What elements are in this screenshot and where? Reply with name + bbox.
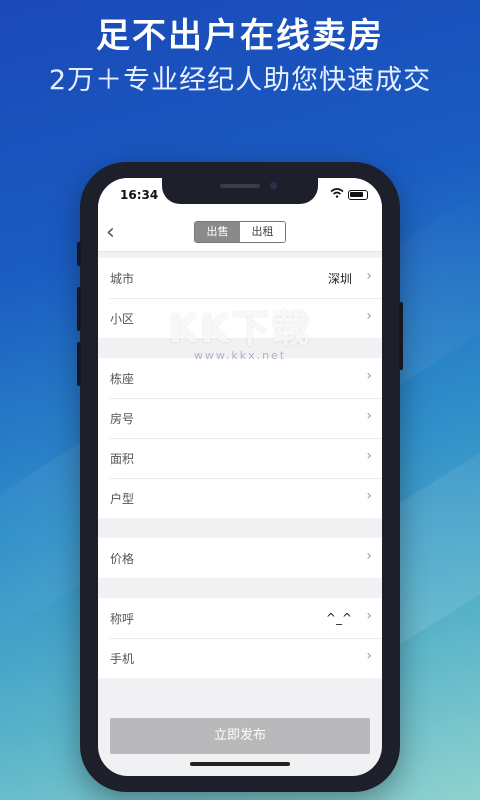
form-row-room-number[interactable]: 房号 › <box>98 398 382 438</box>
chevron-right-icon: › <box>366 448 372 464</box>
row-value: 深圳 <box>327 271 352 286</box>
form-row-building[interactable]: 栋座 › <box>98 358 382 398</box>
form-row-city[interactable]: 城市 深圳 › <box>98 258 382 298</box>
volume-up-button <box>77 287 81 331</box>
row-label: 房号 <box>110 411 135 426</box>
status-icons <box>330 188 368 201</box>
form-group-contact: 称呼 ^_^ › 手机 › <box>98 598 382 678</box>
chevron-right-icon: › <box>366 268 372 284</box>
row-value: ^_^ <box>325 611 352 625</box>
back-chevron-icon[interactable]: ‹ <box>106 220 115 245</box>
chevron-right-icon: › <box>366 608 372 624</box>
chevron-right-icon: › <box>366 648 372 664</box>
row-label: 面积 <box>110 451 135 466</box>
publish-button[interactable]: 立即发布 <box>110 718 370 754</box>
volume-down-button <box>77 342 81 386</box>
form-row-name[interactable]: 称呼 ^_^ › <box>98 598 382 638</box>
chevron-right-icon: › <box>366 368 372 384</box>
camera <box>270 182 277 189</box>
form-row-price[interactable]: 价格 › <box>98 538 382 578</box>
row-label: 手机 <box>110 651 135 666</box>
phone-frame: 16:34 ‹ 出售 出租 城市 深圳 › 小区 › 栋座 › 房号 › 面积 … <box>77 162 403 792</box>
promo-headline: 足不出户在线卖房 <box>96 16 384 56</box>
row-label: 称呼 <box>110 611 135 626</box>
nav-bar: ‹ 出售 出租 <box>98 214 382 252</box>
tab-rent[interactable]: 出租 <box>240 222 285 242</box>
row-label: 户型 <box>110 491 135 506</box>
form-row-community[interactable]: 小区 › <box>98 298 382 338</box>
home-indicator <box>190 762 290 766</box>
mute-switch <box>77 242 81 266</box>
row-label: 小区 <box>110 311 135 326</box>
speaker <box>220 184 260 188</box>
wifi-icon <box>330 188 344 201</box>
chevron-right-icon: › <box>366 548 372 564</box>
row-label: 栋座 <box>110 371 135 386</box>
chevron-right-icon: › <box>366 488 372 504</box>
row-label: 价格 <box>110 551 135 566</box>
notch <box>162 178 318 204</box>
form-row-phone[interactable]: 手机 › <box>98 638 382 678</box>
sale-rent-toggle: 出售 出租 <box>194 221 286 243</box>
promo-subline: 2万＋专业经纪人助您快速成交 <box>48 65 432 96</box>
form-group-unit: 栋座 › 房号 › 面积 › 户型 › <box>98 358 382 518</box>
row-label: 城市 <box>110 271 135 286</box>
listing-form: 城市 深圳 › 小区 › 栋座 › 房号 › 面积 › 户型 › 价格 › 称呼… <box>98 258 382 698</box>
status-time: 16:34 <box>120 188 159 202</box>
phone-screen: 16:34 ‹ 出售 出租 城市 深圳 › 小区 › 栋座 › 房号 › 面积 … <box>98 178 382 776</box>
form-row-area[interactable]: 面积 › <box>98 438 382 478</box>
tab-sell[interactable]: 出售 <box>195 222 240 242</box>
form-row-layout[interactable]: 户型 › <box>98 478 382 518</box>
power-button <box>399 302 403 370</box>
form-group-price: 价格 › <box>98 538 382 578</box>
form-group-location: 城市 深圳 › 小区 › <box>98 258 382 338</box>
battery-icon <box>348 189 368 200</box>
chevron-right-icon: › <box>366 308 372 324</box>
chevron-right-icon: › <box>366 408 372 424</box>
